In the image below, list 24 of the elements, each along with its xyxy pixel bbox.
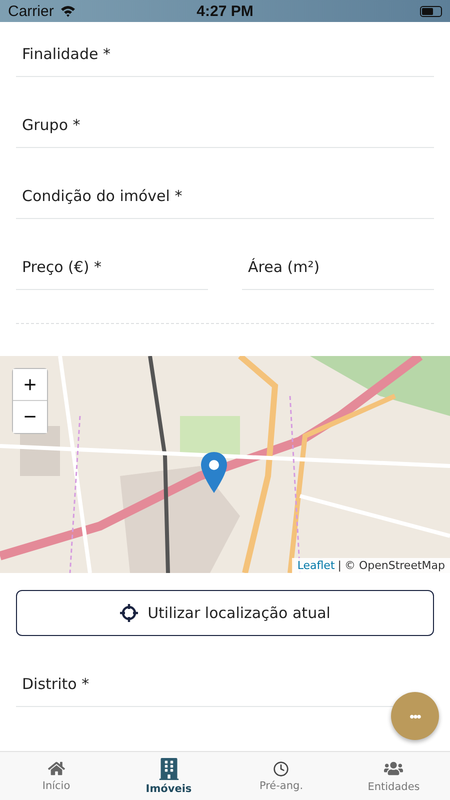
leaflet-link[interactable]: Leaflet bbox=[297, 559, 335, 572]
separator-text: | bbox=[338, 559, 342, 572]
tab[interactable]: Imóveis bbox=[112, 752, 225, 800]
crosshair-icon bbox=[120, 604, 138, 622]
status-time: 4:27 PM bbox=[196, 2, 254, 20]
wifi-icon bbox=[60, 5, 76, 17]
form-field[interactable]: Preço (€) * bbox=[16, 235, 208, 290]
zoom-in-button[interactable]: + bbox=[13, 369, 47, 401]
tab[interactable]: Início bbox=[0, 752, 112, 800]
use-location-button[interactable]: Utilizar localização atual bbox=[16, 590, 434, 636]
carrier-text: Carrier bbox=[8, 2, 54, 20]
map-marker-icon bbox=[201, 452, 227, 493]
battery-icon bbox=[420, 6, 442, 16]
form-field[interactable]: Grupo * bbox=[16, 93, 434, 148]
clock-icon bbox=[273, 760, 290, 776]
building-icon bbox=[158, 758, 180, 780]
form-field[interactable]: Área (m²) bbox=[242, 235, 434, 290]
tab[interactable]: Pré-ang. bbox=[225, 752, 338, 800]
form-field[interactable]: Condição do imóvel * bbox=[16, 164, 434, 219]
form-field[interactable]: Finalidade * bbox=[16, 22, 434, 77]
users-icon bbox=[384, 759, 404, 778]
attribution-text: © OpenStreetMap bbox=[344, 559, 445, 572]
tab[interactable]: Entidades bbox=[338, 752, 450, 800]
home-icon bbox=[48, 760, 65, 777]
